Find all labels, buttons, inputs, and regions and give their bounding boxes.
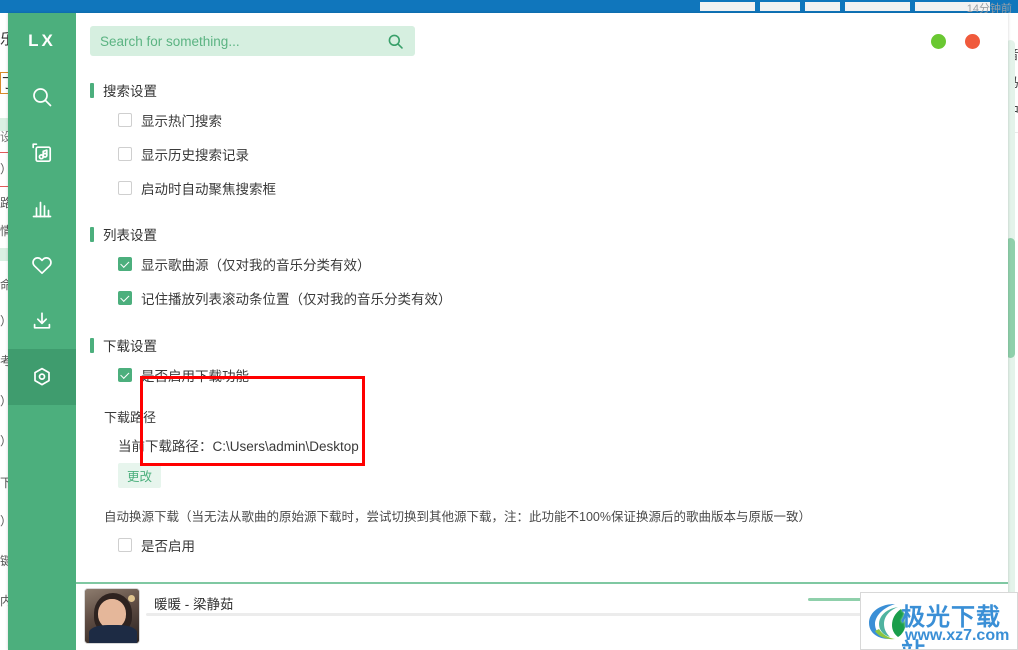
option-autofocus-search[interactable]: 启动时自动聚焦搜索框	[76, 171, 1008, 205]
sidebar-item-downloads[interactable]	[8, 293, 76, 349]
search-input[interactable]	[100, 33, 386, 49]
checkbox[interactable]	[118, 538, 132, 552]
section-accent-bar	[90, 82, 94, 98]
sidebar: LX	[8, 13, 76, 650]
album-artwork	[84, 588, 140, 644]
option-show-hot-search[interactable]: 显示热门搜索	[76, 103, 1008, 137]
section-title-search-settings: 搜索设置	[90, 77, 1008, 103]
bar-chart-icon	[30, 197, 54, 221]
search-box[interactable]	[90, 26, 415, 56]
option-show-search-history[interactable]: 显示历史搜索记录	[76, 137, 1008, 171]
gear-icon	[30, 365, 54, 389]
search-icon[interactable]	[386, 32, 405, 51]
checkbox[interactable]	[118, 181, 132, 195]
option-label: 启动时自动聚焦搜索框	[141, 182, 276, 197]
download-path-value: C:\Users\admin\Desktop	[212, 439, 359, 454]
music-library-icon	[30, 141, 54, 165]
heart-icon	[30, 253, 54, 277]
sidebar-item-settings[interactable]	[8, 349, 76, 405]
option-show-song-source[interactable]: 显示歌曲源（仅对我的音乐分类有效）	[76, 247, 1008, 281]
option-label: 显示歌曲源（仅对我的音乐分类有效）	[141, 258, 371, 273]
sidebar-item-search[interactable]	[8, 69, 76, 125]
lx-music-window: LX Search for something... 搜索设置 显示热门搜索 显…	[8, 13, 1008, 650]
checkbox[interactable]	[118, 113, 132, 127]
site-watermark: 极光下载站 www.xz7.com	[860, 592, 1018, 650]
option-label: 显示历史搜索记录	[141, 148, 249, 163]
minimize-button[interactable]	[931, 33, 946, 49]
main-panel: 搜索设置 显示热门搜索 显示历史搜索记录 启动时自动聚焦搜索框 列表设置	[76, 13, 1008, 650]
checkbox[interactable]	[118, 257, 132, 271]
option-enable-download[interactable]: 是否启用下载功能	[76, 358, 1008, 392]
option-label: 记住播放列表滚动条位置（仅对我的音乐分类有效）	[141, 292, 452, 307]
section-accent-bar	[90, 226, 94, 242]
option-label: 是否启用	[141, 539, 195, 554]
settings-content: 搜索设置 显示热门搜索 显示历史搜索记录 启动时自动聚焦搜索框 列表设置 显示歌…	[76, 69, 1008, 582]
sidebar-item-favorites[interactable]	[8, 237, 76, 293]
section-accent-bar	[90, 337, 94, 353]
close-button[interactable]	[965, 33, 980, 49]
checkbox[interactable]	[118, 291, 132, 305]
section-title-download-settings: 下载设置	[90, 332, 1008, 358]
option-label: 是否启用下载功能	[141, 369, 249, 384]
download-path-label: 当前下载路径：	[118, 439, 213, 454]
sidebar-item-music-library[interactable]	[8, 125, 76, 181]
option-label: 显示热门搜索	[141, 114, 222, 129]
download-icon	[30, 309, 54, 333]
download-path-row: 当前下载路径：C:\Users\admin\Desktop	[76, 429, 1008, 455]
app-logo: LX	[28, 31, 56, 50]
sidebar-item-ranking[interactable]	[8, 181, 76, 237]
search-icon	[30, 85, 54, 109]
watermark-url: www.xz7.com	[905, 627, 1010, 644]
option-enable-auto-switch[interactable]: 是否启用	[76, 525, 1008, 562]
auto-switch-source-note: 自动换源下载（当无法从歌曲的原始源下载时，尝试切换到其他源下载，注：此功能不10…	[104, 510, 811, 524]
window-controls	[931, 13, 980, 69]
download-path-title: 下载路径	[104, 410, 157, 425]
checkbox[interactable]	[118, 368, 132, 382]
checkbox[interactable]	[118, 147, 132, 161]
section-title-list-settings: 列表设置	[90, 221, 1008, 247]
background-toolbar-row	[700, 2, 1000, 11]
option-remember-scroll[interactable]: 记住播放列表滚动条位置（仅对我的音乐分类有效）	[76, 281, 1008, 315]
change-path-button[interactable]: 更改	[118, 463, 162, 488]
header-bar	[76, 13, 1008, 69]
